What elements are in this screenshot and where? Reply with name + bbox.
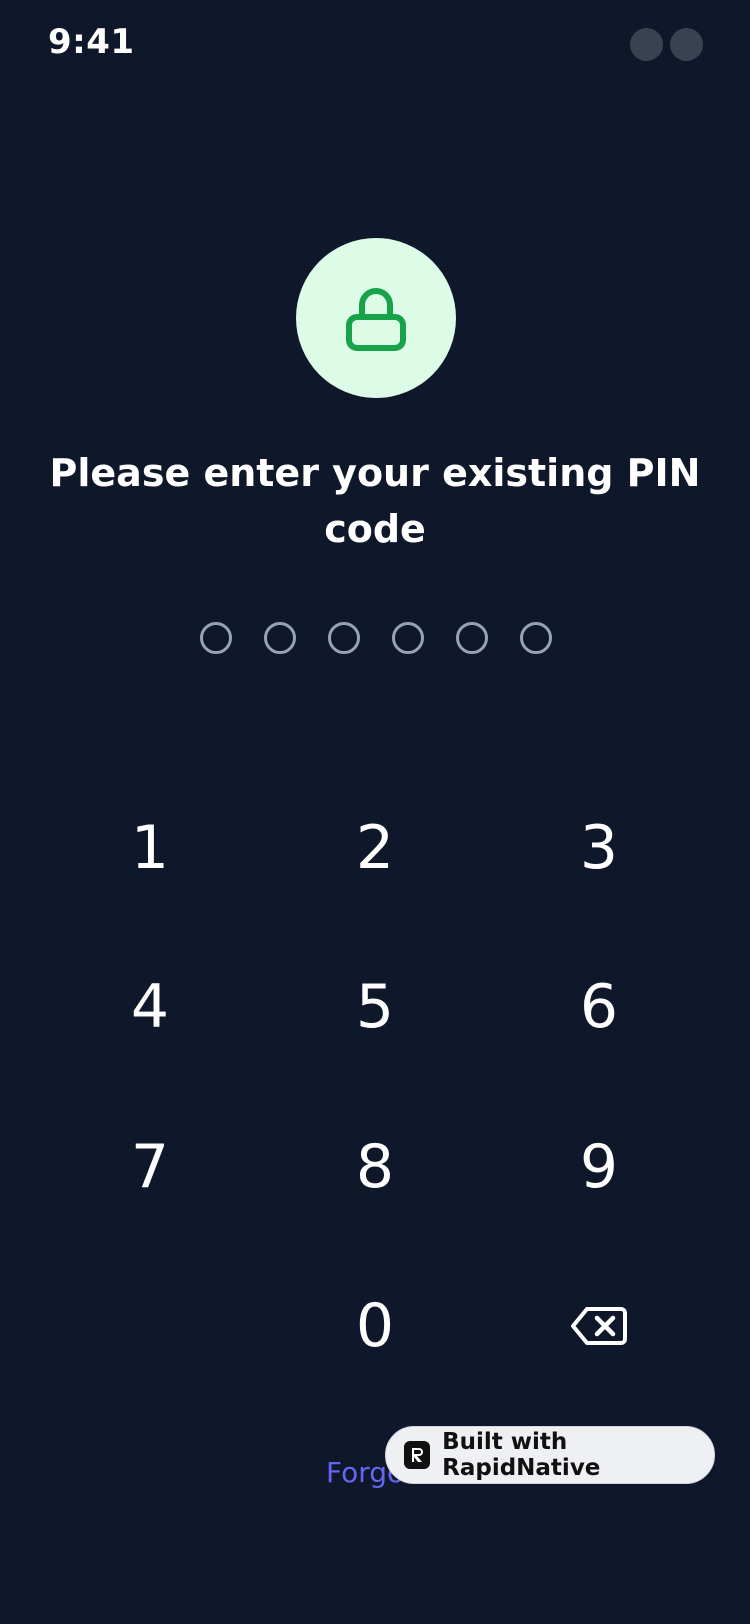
pin-indicator [0,622,750,654]
key-7[interactable]: 7 [50,1107,250,1227]
status-indicator-icon [670,28,703,61]
status-bar: 9:41 [0,0,750,90]
lock-badge [296,238,456,398]
pin-dot [264,622,296,654]
status-indicator-icon [630,28,663,61]
pin-dot [392,622,424,654]
pin-dot [456,622,488,654]
backspace-button[interactable] [499,1266,699,1386]
key-3[interactable]: 3 [499,788,699,908]
pin-dot [520,622,552,654]
page-title: Please enter your existing PIN code [49,451,701,551]
key-1[interactable]: 1 [50,788,250,908]
key-0[interactable]: 0 [275,1266,475,1386]
rapidnative-logo-icon [404,1441,431,1469]
built-with-badge[interactable]: Built with RapidNative [385,1426,715,1484]
backspace-icon [571,1307,627,1345]
pin-dot [200,622,232,654]
key-2[interactable]: 2 [275,788,475,908]
key-4[interactable]: 4 [50,947,250,1067]
key-8[interactable]: 8 [275,1107,475,1227]
lock-icon [346,288,406,351]
key-6[interactable]: 6 [499,947,699,1067]
key-5[interactable]: 5 [275,947,475,1067]
built-with-label: Built with RapidNative [442,1429,601,1481]
pin-dot [328,622,360,654]
status-time: 9:41 [48,22,135,62]
key-9[interactable]: 9 [499,1107,699,1227]
